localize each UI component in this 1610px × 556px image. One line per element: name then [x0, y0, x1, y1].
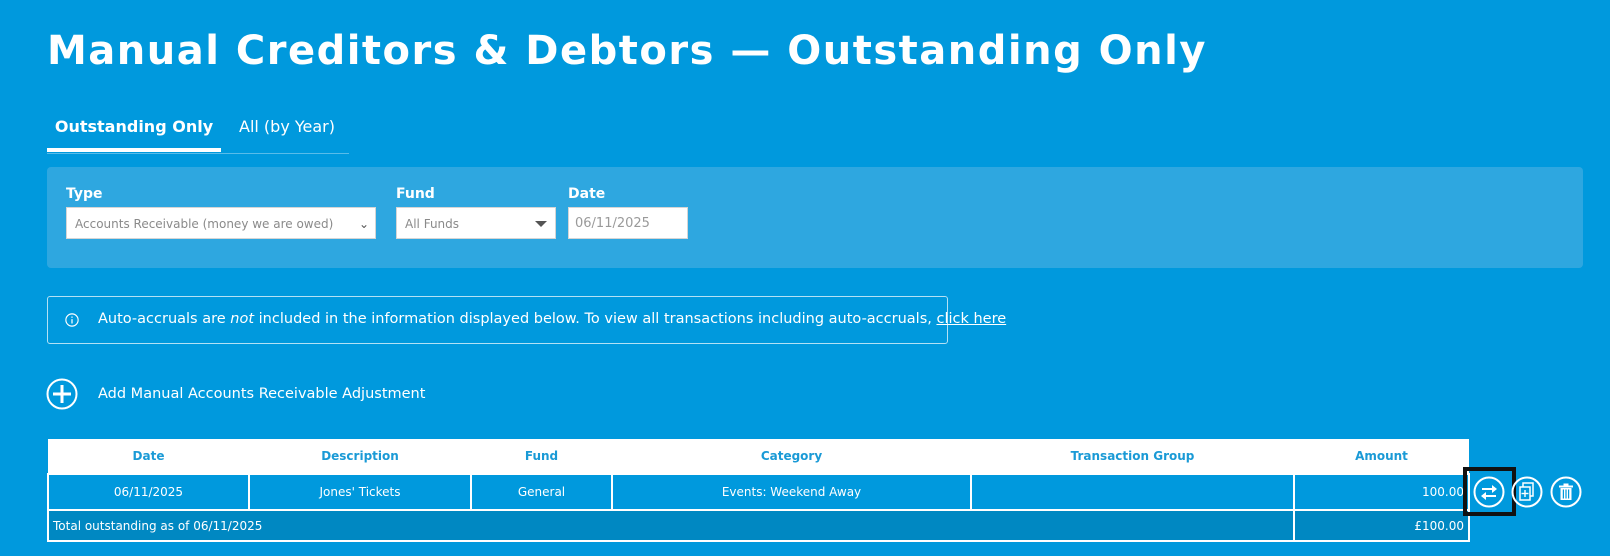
swap-arrows-icon[interactable]: [1473, 476, 1505, 508]
type-label: Type: [66, 186, 103, 202]
col-header-category[interactable]: Category: [612, 439, 971, 474]
tab-outstanding-only[interactable]: Outstanding Only: [47, 108, 221, 152]
trash-icon[interactable]: [1550, 476, 1582, 508]
fund-select[interactable]: All Funds: [396, 207, 556, 239]
fund-select-value: All Funds: [405, 217, 460, 231]
click-here-link[interactable]: click here: [936, 311, 1006, 327]
add-adjustment-label: Add Manual Accounts Receivable Adjustmen…: [98, 386, 426, 402]
total-row: Total outstanding as of 06/11/2025 £100.…: [47, 509, 1470, 542]
copy-add-icon[interactable]: [1511, 476, 1543, 508]
transactions-table: Date Description Fund Category Transacti…: [47, 439, 1470, 542]
col-header-date[interactable]: Date: [48, 439, 249, 474]
info-text-before: Auto-accruals are: [98, 311, 231, 327]
cell-amount: 100.00: [1293, 473, 1470, 511]
chevron-down-icon: ⌄: [358, 217, 369, 231]
cell-category: Events: Weekend Away: [611, 473, 972, 511]
info-text: Auto-accruals are not included in the in…: [98, 311, 1006, 327]
col-header-description[interactable]: Description: [249, 439, 471, 474]
date-input[interactable]: 06/11/2025: [568, 207, 688, 239]
info-icon: [65, 313, 79, 327]
cell-date: 06/11/2025: [47, 473, 250, 511]
info-text-emphasis: not: [230, 311, 255, 327]
caret-down-icon: [535, 221, 547, 227]
total-label: Total outstanding as of 06/11/2025: [47, 509, 1295, 542]
table-header-row: Date Description Fund Category Transacti…: [48, 439, 1469, 474]
col-header-amount[interactable]: Amount: [1294, 439, 1469, 474]
cell-transaction-group: [970, 473, 1295, 511]
info-notice: Auto-accruals are not included in the in…: [47, 296, 1006, 344]
page-title: Manual Creditors & Debtors — Outstanding…: [47, 28, 1207, 74]
plus-circle-icon: [46, 378, 78, 410]
tab-all-by-year[interactable]: All (by Year): [225, 108, 349, 152]
filter-panel: Type Accounts Receivable (money we are o…: [47, 167, 1583, 268]
col-header-fund[interactable]: Fund: [471, 439, 612, 474]
type-select-value: Accounts Receivable (money we are owed): [75, 217, 334, 231]
type-select[interactable]: Accounts Receivable (money we are owed) …: [66, 207, 376, 239]
total-amount: £100.00: [1293, 509, 1470, 542]
info-text-after: included in the information displayed be…: [254, 311, 937, 327]
cell-description: Jones' Tickets: [248, 473, 472, 511]
col-header-transaction-group[interactable]: Transaction Group: [971, 439, 1294, 474]
table-row: 06/11/2025 Jones' Tickets General Events…: [47, 473, 1470, 511]
tab-bar: Outstanding Only All (by Year): [47, 108, 349, 154]
cell-fund: General: [470, 473, 613, 511]
date-label: Date: [568, 186, 606, 202]
fund-label: Fund: [396, 186, 435, 202]
